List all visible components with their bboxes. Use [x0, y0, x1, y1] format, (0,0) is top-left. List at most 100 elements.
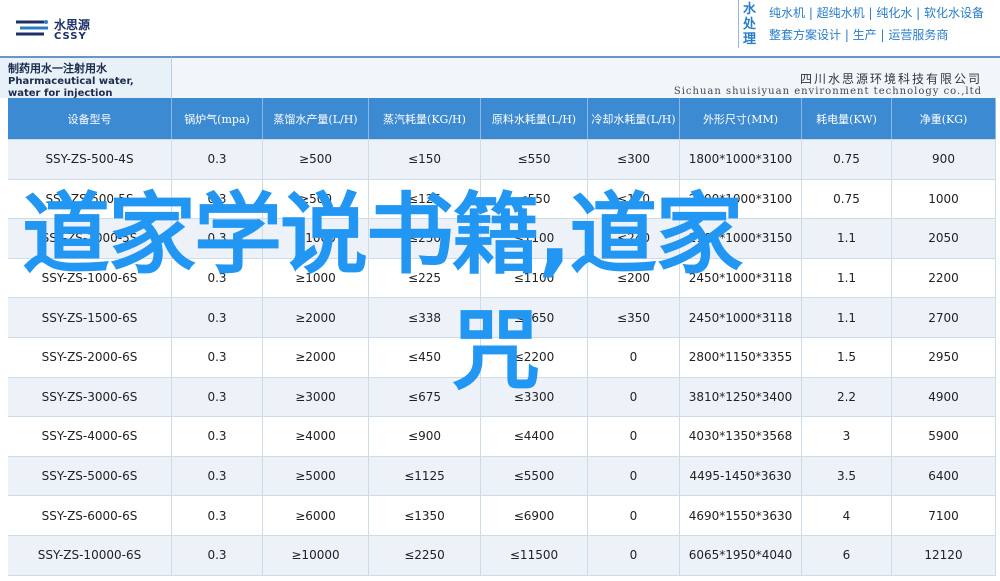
table-cell: ≤1100 [481, 219, 588, 258]
table-cell: 900 [892, 140, 996, 179]
table-cell: 1.5 [802, 338, 892, 377]
table-cell: ≥4000 [263, 417, 369, 456]
table-row: SSY-ZS-6000-6S 0.3 ≥6000 ≤1350 ≤6900 0 4690*15… [8, 496, 996, 536]
table-cell: ≤550 [481, 179, 588, 219]
table-cell: ≤350 [588, 298, 680, 337]
table-cell: SSY-ZS-6000-6S [8, 496, 172, 535]
table-cell: 0 [588, 377, 680, 417]
table-cell: ≤250 [369, 219, 481, 258]
table-cell: ≥2000 [263, 298, 369, 337]
page-header: 水思源 CSSY 水处理 纯水机 | 超纯水机 | 纯化水 | 软化水设备 整套… [0, 0, 1000, 56]
table-cell: SSY-ZS-500-4S [8, 140, 172, 179]
table-row: SSY-ZS-2000-6S 0.3 ≥2000 ≤450 ≤2200 0 2800*115… [8, 338, 996, 378]
table-cell: 2700 [892, 298, 996, 337]
table-cell: ≤11500 [481, 536, 588, 575]
table-cell: SSY-ZS-10000-6S [8, 536, 172, 575]
table-cell: 12120 [892, 536, 996, 575]
table-cell: SSY-ZS-1500-6S [8, 298, 172, 337]
table-row: SSY-ZS-500-4S 0.3 ≥500 ≤150 ≤550 ≤300 1800*100… [8, 140, 996, 180]
table-cell: 4900 [892, 377, 996, 417]
table-cell: ≥3000 [263, 377, 369, 417]
table-cell: ≤900 [369, 417, 481, 456]
table-header-cell: 蒸汽耗量(KG/H) [369, 98, 481, 139]
table-cell: 3 [802, 417, 892, 456]
table-cell: ≤1125 [369, 456, 481, 496]
company-name-cn: 四川水思源环境科技有限公司 [799, 72, 982, 86]
table-header-cell: 耗电量(KW) [802, 98, 892, 139]
table-cell: 5900 [892, 417, 996, 456]
table-cell: 0.3 [172, 219, 263, 258]
table-cell: 3.5 [802, 456, 892, 496]
table-cell: 0.3 [172, 298, 263, 337]
table-cell: ≤120 [588, 179, 680, 219]
table-row: SSY-ZS-1000-5S 0.3 ≥1000 ≤250 ≤1100 ≤240 2100*… [8, 219, 996, 259]
product-title-en: Pharmaceutical water, water for injectio… [8, 76, 134, 99]
table-header-cell: 冷却水耗量(L/H) [588, 98, 680, 139]
brand-tagline-box: 水处理 纯水机 | 超纯水机 | 纯化水 | 软化水设备 整套方案设计 | 生产… [738, 0, 1000, 48]
table-header-row: 设备型号 锅炉气(mpa) 蒸馏水产量(L/H) 蒸汽耗量(KG/H) 原料水耗量(L/… [8, 98, 996, 140]
table-cell: 4495-1450*3630 [680, 456, 802, 496]
table-cell: ≤3300 [481, 377, 588, 417]
table-cell: 2950 [892, 338, 996, 377]
table-cell: SSY-ZS-1000-5S [8, 219, 172, 258]
table-cell: ≥1000 [263, 219, 369, 258]
table-cell: 0.75 [802, 179, 892, 219]
table-cell: ≥2000 [263, 338, 369, 377]
table-cell: 2450*1000*3118 [680, 258, 802, 298]
table-cell: ≥500 [263, 179, 369, 219]
table-cell: ≥6000 [263, 496, 369, 535]
table-cell: ≥5000 [263, 456, 369, 496]
table-cell: ≤450 [369, 338, 481, 377]
table-cell: SSY-ZS-5000-6S [8, 456, 172, 496]
table-cell: 4030*1350*3568 [680, 417, 802, 456]
table-header-cell: 净重(KG) [892, 98, 996, 139]
table-cell: 1.1 [802, 298, 892, 337]
table-cell: 1.1 [802, 219, 892, 258]
table-cell: 6 [802, 536, 892, 575]
table-cell: 2100*1000*3150 [680, 219, 802, 258]
company-logo[interactable]: 水思源 CSSY [14, 16, 124, 46]
table-cell: ≤200 [588, 258, 680, 298]
table-header-cell: 外形尺寸(MM) [680, 98, 802, 139]
table-cell: ≤1350 [369, 496, 481, 535]
table-cell: ≤1100 [481, 258, 588, 298]
table-cell: ≥10000 [263, 536, 369, 575]
table-cell: ≥1000 [263, 258, 369, 298]
table-row: SSY-ZS-5000-6S 0.3 ≥5000 ≤1125 ≤5500 0 4495-14… [8, 456, 996, 497]
table-row: SSY-ZS-3000-6S 0.3 ≥3000 ≤675 ≤3300 0 3810*125… [8, 377, 996, 418]
table-cell: 0 [588, 456, 680, 496]
table-row: SSY-ZS-1500-6S 0.3 ≥2000 ≤338 ≤1650 ≤350 2450*… [8, 298, 996, 338]
table-cell: 2200 [892, 258, 996, 298]
table-cell: SSY-ZS-1000-6S [8, 258, 172, 298]
table-cell: 0 [588, 536, 680, 575]
brand-tagline-2: 整套方案设计 | 生产 | 运营服务商 [769, 28, 949, 42]
table-cell: ≤5500 [481, 456, 588, 496]
table-cell: 0.3 [172, 417, 263, 456]
company-info: 四川水思源环境科技有限公司 Sichuan shuisiyuan environ… [172, 56, 1000, 98]
product-title: 制药用水一注射用水 Pharmaceutical water, water fo… [0, 56, 172, 99]
table-cell: ≤675 [369, 377, 481, 417]
water-drop-logo-icon [16, 20, 48, 36]
table-cell: 0.3 [172, 258, 263, 298]
table-cell: ≤338 [369, 298, 481, 337]
table-cell: 2.2 [802, 377, 892, 417]
table-cell: 0.3 [172, 536, 263, 575]
table-cell: 0.3 [172, 377, 263, 417]
table-header-cell: 蒸馏水产量(L/H) [263, 98, 369, 139]
table-row: SSY-ZS-10000-6S 0.3 ≥10000 ≤2250 ≤11500 0 6065… [8, 536, 996, 576]
table-cell: SSY-ZS-500-5S [8, 179, 172, 219]
table-cell: SSY-ZS-3000-6S [8, 377, 172, 417]
table-cell: 4 [802, 496, 892, 535]
table-cell: 1800*1000*3100 [680, 140, 802, 179]
table-cell: ≤4400 [481, 417, 588, 456]
table-cell: 6400 [892, 456, 996, 496]
table-row: SSY-ZS-500-5S 0.3 ≥500 ≤125 ≤550 ≤120 2000*100… [8, 179, 996, 220]
table-cell: 0 [588, 338, 680, 377]
company-name-en: Sichuan shuisiyuan environment technolog… [673, 86, 982, 97]
table-cell: 2800*1150*3355 [680, 338, 802, 377]
table-header-cell: 原料水耗量(L/H) [481, 98, 588, 139]
table-cell: ≥500 [263, 140, 369, 179]
logo-english-name: CSSY [54, 31, 87, 42]
table-cell: 3810*1250*3400 [680, 377, 802, 417]
table-cell: ≤125 [369, 179, 481, 219]
